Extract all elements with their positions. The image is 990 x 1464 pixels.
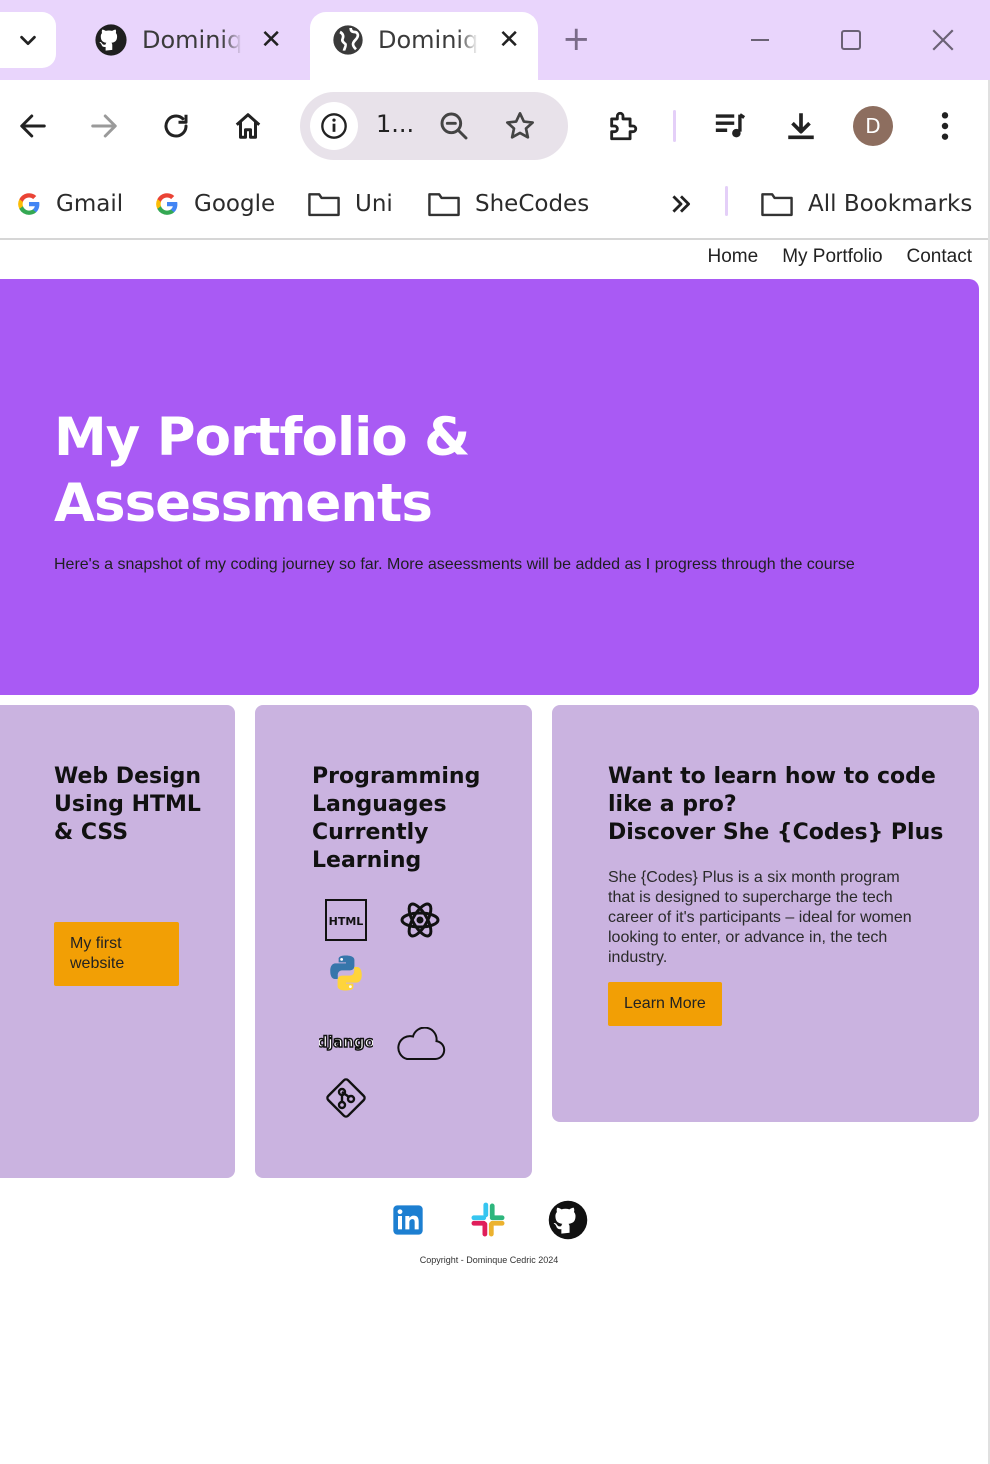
tab-strip: Dominique Cedric ✕ Dominique Cedric ✕ + bbox=[0, 0, 990, 80]
bookmark-google[interactable]: Google bbox=[154, 184, 275, 224]
folder-icon bbox=[427, 190, 461, 218]
tab-github[interactable]: Dominique Cedric ✕ bbox=[72, 12, 300, 80]
card-shecodes-plus: Want to learn how to code like a pro? Di… bbox=[552, 705, 979, 1122]
bookmark-star-icon[interactable] bbox=[504, 110, 536, 146]
reload-icon[interactable] bbox=[156, 106, 196, 146]
python-icon bbox=[324, 951, 368, 995]
github-icon bbox=[95, 24, 127, 56]
address-bar[interactable]: 1... bbox=[300, 92, 568, 160]
browser-toolbar: 1... D bbox=[0, 80, 990, 172]
tab-search-button[interactable] bbox=[0, 12, 56, 68]
git-icon bbox=[322, 1074, 370, 1122]
bookmark-folder-uni[interactable]: Uni bbox=[307, 184, 393, 224]
minimize-icon[interactable] bbox=[740, 22, 780, 58]
copyright-text: Copyright - Dominque Cedric 2024 bbox=[419, 1255, 559, 1265]
url-text: 1... bbox=[376, 110, 415, 138]
card-title: Want to learn how to code like a pro? bbox=[608, 764, 936, 817]
react-icon bbox=[398, 898, 442, 942]
hero-banner: My Portfolio & Assessments Here's a snap… bbox=[0, 279, 979, 695]
linkedin-icon[interactable] bbox=[386, 1198, 430, 1242]
new-tab-icon[interactable]: + bbox=[562, 22, 591, 56]
extensions-icon[interactable] bbox=[603, 106, 643, 146]
bookmark-label: Google bbox=[194, 191, 276, 217]
kebab-menu-icon[interactable] bbox=[925, 106, 965, 146]
django-icon: django bbox=[319, 1023, 373, 1063]
my-first-website-button[interactable]: My first website bbox=[54, 922, 179, 986]
html-icon: HTML bbox=[324, 898, 368, 942]
nav-portfolio-link[interactable]: My Portfolio bbox=[782, 246, 882, 268]
window-close-icon[interactable] bbox=[923, 22, 963, 58]
django-icon-label: django bbox=[319, 1033, 373, 1051]
bookmarks-divider bbox=[725, 186, 728, 216]
bookmarks-bar: Gmail Google Uni SheCodes All Bookmarks bbox=[0, 172, 990, 240]
toolbar-divider bbox=[673, 110, 676, 142]
folder-icon bbox=[307, 190, 341, 218]
download-icon[interactable] bbox=[781, 106, 821, 146]
site-info-icon[interactable] bbox=[310, 102, 358, 150]
media-playlist-icon[interactable] bbox=[710, 106, 750, 146]
bookmark-label: All Bookmarks bbox=[808, 191, 973, 217]
bookmark-label: Uni bbox=[355, 191, 393, 217]
card-title: Programming Languages Currently Learning bbox=[312, 764, 481, 873]
card-description: She {Codes} Plus is a six month program … bbox=[608, 869, 912, 966]
bookmark-folder-shecodes[interactable]: SheCodes bbox=[427, 184, 589, 224]
chevron-down-icon bbox=[20, 35, 36, 46]
cloud-icon bbox=[393, 1023, 447, 1067]
nav-home-link[interactable]: Home bbox=[708, 246, 759, 268]
google-icon bbox=[16, 191, 42, 217]
more-bookmarks-icon[interactable] bbox=[668, 184, 694, 224]
folder-icon bbox=[760, 190, 794, 218]
home-icon[interactable] bbox=[228, 106, 268, 146]
github-icon[interactable] bbox=[546, 1198, 590, 1242]
hero-title: My Portfolio & Assessments bbox=[54, 407, 470, 534]
tab-active[interactable]: Dominique Cedric ✕ bbox=[310, 12, 538, 80]
forward-arrow-icon[interactable] bbox=[84, 106, 124, 146]
card-subtitle: Discover She {Codes} Plus bbox=[608, 820, 944, 845]
html-icon-label: HTML bbox=[329, 915, 364, 928]
site-nav: Home My Portfolio Contact bbox=[708, 246, 972, 268]
card-web-design: Web Design Using HTML & CSS My first web… bbox=[0, 705, 235, 1178]
close-tab-icon[interactable]: ✕ bbox=[260, 27, 282, 53]
zoom-icon[interactable] bbox=[438, 110, 470, 146]
bookmark-gmail[interactable]: Gmail bbox=[16, 184, 123, 224]
hero-subtitle: Here's a snapshot of my coding journey s… bbox=[54, 556, 855, 573]
card-languages: Programming Languages Currently Learning… bbox=[255, 705, 532, 1178]
nav-contact-link[interactable]: Contact bbox=[907, 246, 972, 268]
google-icon bbox=[154, 191, 180, 217]
tab-title: Dominique Cedric bbox=[378, 26, 478, 54]
profile-avatar[interactable]: D bbox=[853, 106, 893, 146]
slack-icon[interactable] bbox=[466, 1198, 510, 1242]
close-tab-icon[interactable]: ✕ bbox=[498, 27, 520, 53]
all-bookmarks-button[interactable]: All Bookmarks bbox=[760, 184, 972, 224]
globe-icon bbox=[333, 25, 363, 55]
maximize-icon[interactable] bbox=[831, 22, 871, 58]
bookmark-label: SheCodes bbox=[475, 191, 590, 217]
learn-more-button[interactable]: Learn More bbox=[608, 982, 722, 1026]
bookmark-label: Gmail bbox=[56, 191, 124, 217]
back-arrow-icon[interactable] bbox=[13, 106, 53, 146]
card-title: Web Design Using HTML & CSS bbox=[54, 764, 202, 845]
tab-title: Dominique Cedric bbox=[142, 26, 242, 54]
